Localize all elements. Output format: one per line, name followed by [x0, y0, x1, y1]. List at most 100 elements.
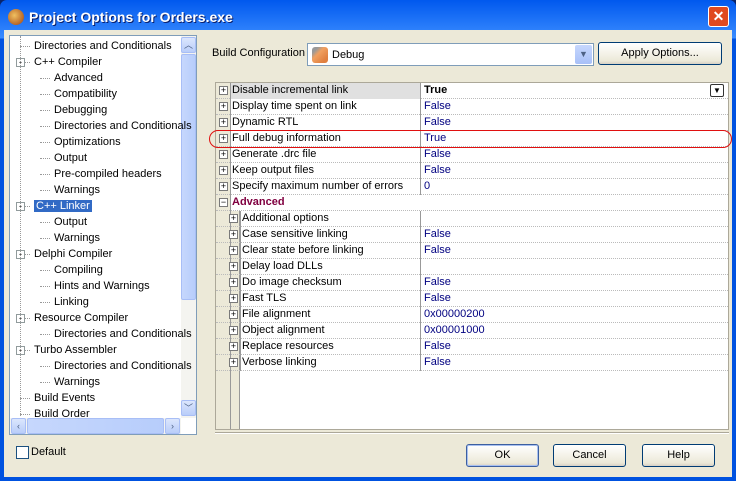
tree-item-label: Directories and Conditionals: [34, 40, 172, 52]
property-row[interactable]: + Do image checksum False: [216, 275, 728, 291]
build-configuration-label: Build Configuration: [212, 47, 305, 59]
tree-item[interactable]: Compiling: [54, 262, 103, 278]
tree-item[interactable]: Warnings: [54, 182, 100, 198]
property-name: Do image checksum: [240, 275, 421, 291]
property-row[interactable]: + Verbose linking False: [216, 355, 728, 371]
tree-item[interactable]: Warnings: [54, 230, 100, 246]
property-row[interactable]: + Case sensitive linking False: [216, 227, 728, 243]
expand-icon[interactable]: +: [219, 102, 228, 111]
property-row[interactable]: + Fast TLS False: [216, 291, 728, 307]
property-name: Advanced: [230, 195, 630, 211]
tree-item[interactable]: C++ Compiler: [34, 54, 102, 70]
expand-icon[interactable]: +: [229, 294, 238, 303]
expand-icon[interactable]: +: [229, 262, 238, 271]
property-value[interactable]: False: [422, 147, 728, 163]
scroll-thumb[interactable]: [181, 54, 196, 300]
property-value[interactable]: False: [422, 275, 728, 291]
property-value[interactable]: True: [422, 83, 728, 99]
close-button[interactable]: ✕: [708, 6, 729, 27]
scroll-left-icon[interactable]: ‹: [11, 418, 26, 434]
property-value[interactable]: False: [422, 163, 728, 179]
default-checkbox[interactable]: [16, 446, 29, 459]
scroll-right-icon[interactable]: ›: [165, 418, 180, 434]
property-row[interactable]: + Specify maximum number of errors 0: [216, 179, 728, 195]
property-value[interactable]: 0x00001000: [422, 323, 728, 339]
property-value[interactable]: 0: [422, 179, 728, 195]
tree-item[interactable]: Delphi Compiler: [34, 246, 112, 262]
property-row[interactable]: + Dynamic RTL False: [216, 115, 728, 131]
tree-item[interactable]: Output: [54, 150, 87, 166]
tree-item[interactable]: Directories and Conditionals: [34, 38, 172, 54]
expand-icon[interactable]: +: [219, 182, 228, 191]
options-tree[interactable]: ︿ ﹀ ‹ › Directories and Conditionals C++ …: [9, 35, 197, 435]
tree-item[interactable]: Debugging: [54, 102, 107, 118]
property-value[interactable]: [422, 259, 728, 275]
property-value[interactable]: False: [422, 115, 728, 131]
property-row[interactable]: + Delay load DLLs: [216, 259, 728, 275]
help-button[interactable]: Help: [642, 444, 715, 467]
collapse-icon[interactable]: −: [219, 198, 228, 207]
property-value[interactable]: False: [422, 227, 728, 243]
property-name: Display time spent on link: [230, 99, 421, 115]
scroll-down-icon[interactable]: ﹀: [181, 400, 196, 416]
tree-item[interactable]: Pre-compiled headers: [54, 166, 162, 182]
property-row[interactable]: + Object alignment 0x00001000: [216, 323, 728, 339]
expand-icon[interactable]: +: [229, 246, 238, 255]
property-row[interactable]: + Display time spent on link False: [216, 99, 728, 115]
property-value[interactable]: [422, 211, 728, 227]
expand-icon[interactable]: +: [229, 358, 238, 367]
property-row[interactable]: + Keep output files False: [216, 163, 728, 179]
tree-item[interactable]: Advanced: [54, 70, 103, 86]
expand-icon[interactable]: +: [229, 342, 238, 351]
tree-item[interactable]: Hints and Warnings: [54, 278, 150, 294]
chevron-down-icon[interactable]: ▼: [575, 45, 592, 64]
build-configuration-select[interactable]: Debug ▼: [307, 43, 594, 66]
cancel-button[interactable]: Cancel: [553, 444, 626, 467]
tree-item[interactable]: Compatibility: [54, 86, 117, 102]
property-value[interactable]: False: [422, 99, 728, 115]
tree-item[interactable]: C++ Linker: [34, 198, 92, 214]
property-row[interactable]: + Clear state before linking False: [216, 243, 728, 259]
tree-connector: [40, 78, 50, 79]
expand-icon[interactable]: +: [229, 326, 238, 335]
expand-icon[interactable]: +: [219, 86, 228, 95]
property-row[interactable]: − Advanced: [216, 195, 728, 211]
title-bar: Project Options for Orders.exe: [8, 7, 233, 27]
tree-item[interactable]: Turbo Assembler: [34, 342, 117, 358]
apply-options-button[interactable]: Apply Options...: [598, 42, 722, 65]
expand-icon[interactable]: +: [229, 230, 238, 239]
scroll-up-icon[interactable]: ︿: [181, 37, 196, 53]
property-row[interactable]: + File alignment 0x00000200: [216, 307, 728, 323]
expand-icon[interactable]: +: [229, 310, 238, 319]
tree-connector: [40, 302, 50, 303]
ok-button[interactable]: OK: [466, 444, 539, 467]
property-value[interactable]: False: [422, 243, 728, 259]
property-value[interactable]: 0x00000200: [422, 307, 728, 323]
expand-icon[interactable]: +: [229, 214, 238, 223]
tree-item[interactable]: Directories and Conditionals: [54, 118, 192, 134]
dropdown-arrow-icon[interactable]: ▼: [710, 84, 724, 97]
expand-icon[interactable]: +: [219, 118, 228, 127]
separator: [215, 432, 729, 434]
tree-item[interactable]: Directories and Conditionals: [54, 326, 192, 342]
property-row[interactable]: + Additional options: [216, 211, 728, 227]
property-value[interactable]: False: [422, 291, 728, 307]
tree-item[interactable]: Warnings: [54, 374, 100, 390]
tree-item[interactable]: Output: [54, 214, 87, 230]
property-row[interactable]: + Disable incremental link True ▼: [216, 83, 728, 99]
tree-item[interactable]: Directories and Conditionals: [54, 358, 192, 374]
expand-icon[interactable]: +: [219, 150, 228, 159]
tree-item[interactable]: Optimizations: [54, 134, 121, 150]
tree-connector: [40, 270, 50, 271]
expand-icon[interactable]: +: [219, 166, 228, 175]
property-value[interactable]: False: [422, 339, 728, 355]
expand-icon[interactable]: +: [229, 278, 238, 287]
property-name: Specify maximum number of errors: [230, 179, 421, 195]
property-row[interactable]: + Generate .drc file False: [216, 147, 728, 163]
tree-item[interactable]: Build Events: [34, 390, 95, 406]
tree-item[interactable]: Resource Compiler: [34, 310, 128, 326]
property-value[interactable]: False: [422, 355, 728, 371]
tree-item[interactable]: Linking: [54, 294, 89, 310]
tree-item[interactable]: Build Order: [34, 406, 90, 422]
property-row[interactable]: + Replace resources False: [216, 339, 728, 355]
